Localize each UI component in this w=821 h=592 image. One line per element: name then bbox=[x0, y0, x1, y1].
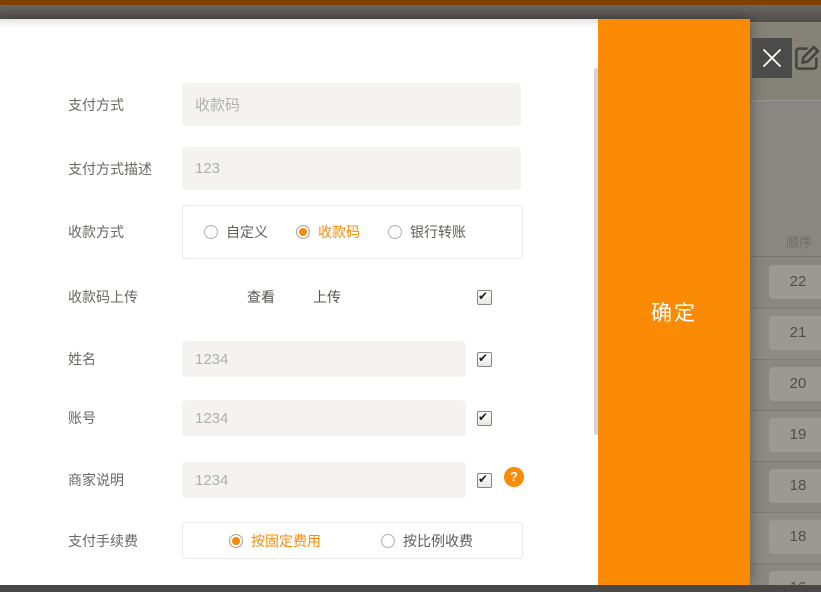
radio-group: 按固定费用 按比例收费 bbox=[182, 522, 523, 559]
field-label: 支付方式描述 bbox=[68, 160, 152, 178]
radio-option-label: 按固定费用 bbox=[251, 531, 321, 551]
background-table-row: 22 bbox=[750, 257, 821, 309]
payment-method-dialog: 支付方式收款码支付方式描述123收款方式自定义收款码银行转账收款码上传查看上传姓… bbox=[0, 19, 750, 585]
confirm-button[interactable]: 确定 bbox=[598, 19, 750, 585]
help-icon[interactable]: ? bbox=[504, 467, 524, 487]
field-label: 支付方式 bbox=[68, 96, 124, 114]
field-label: 收款码上传 bbox=[68, 288, 138, 306]
checkbox-checked[interactable] bbox=[477, 411, 492, 426]
upload-link[interactable]: 上传 bbox=[313, 288, 341, 306]
radio-option[interactable]: 按固定费用 bbox=[229, 531, 321, 551]
background-table-row: 18 bbox=[750, 512, 821, 564]
text-input[interactable]: 收款码 bbox=[182, 83, 521, 126]
screen: 顺序 22212019181816 支付方式收款码支付方式描述123收款方式自定… bbox=[0, 0, 821, 592]
input-value: 123 bbox=[195, 160, 220, 177]
field-label: 账号 bbox=[68, 409, 96, 427]
input-value: 收款码 bbox=[195, 94, 240, 115]
checkbox-checked[interactable] bbox=[477, 352, 492, 367]
order-value-cell: 22 bbox=[769, 265, 821, 299]
radio-option-label: 按比例收费 bbox=[403, 531, 473, 551]
radio-option[interactable]: 银行转账 bbox=[388, 222, 466, 242]
divider bbox=[750, 100, 821, 101]
radio-option-label: 自定义 bbox=[226, 222, 268, 242]
radio-selected-icon[interactable] bbox=[229, 534, 243, 548]
radio-icon[interactable] bbox=[204, 225, 218, 239]
input-value: 1234 bbox=[195, 410, 228, 427]
radio-group: 自定义 收款码 银行转账 bbox=[182, 205, 523, 259]
background-bottom-strip bbox=[0, 585, 821, 592]
confirm-button-label: 确定 bbox=[651, 297, 697, 327]
background-table-row: 18 bbox=[750, 461, 821, 513]
order-value-cell: 18 bbox=[769, 520, 821, 554]
checkbox-checked[interactable] bbox=[477, 473, 492, 488]
text-input[interactable]: 1234 bbox=[182, 400, 466, 436]
background-table-row: 20 bbox=[750, 359, 821, 411]
order-value-cell: 19 bbox=[769, 418, 821, 452]
radio-option-label: 收款码 bbox=[318, 222, 360, 242]
order-value-cell: 21 bbox=[769, 316, 821, 350]
edit-icon bbox=[792, 43, 821, 73]
field-label: 商家说明 bbox=[68, 471, 124, 489]
background-table-area: 顺序 22212019181816 bbox=[750, 22, 821, 585]
radio-option[interactable]: 按比例收费 bbox=[381, 531, 473, 551]
radio-option[interactable]: 收款码 bbox=[296, 222, 360, 242]
checkbox-checked[interactable] bbox=[477, 290, 492, 305]
view-link[interactable]: 查看 bbox=[247, 288, 275, 306]
field-label: 姓名 bbox=[68, 350, 96, 368]
radio-option[interactable]: 自定义 bbox=[204, 222, 268, 242]
text-input[interactable]: 1234 bbox=[182, 462, 466, 498]
table-column-header: 顺序 bbox=[750, 230, 821, 256]
field-label: 收款方式 bbox=[68, 223, 124, 241]
background-table-row: 21 bbox=[750, 308, 821, 360]
text-input[interactable]: 123 bbox=[182, 147, 521, 190]
background-table-row: 19 bbox=[750, 410, 821, 462]
order-value-cell: 20 bbox=[769, 367, 821, 401]
radio-option-label: 银行转账 bbox=[410, 222, 466, 242]
radio-icon[interactable] bbox=[388, 225, 402, 239]
input-value: 1234 bbox=[195, 351, 228, 368]
radio-icon[interactable] bbox=[381, 534, 395, 548]
text-input[interactable]: 1234 bbox=[182, 341, 466, 377]
input-value: 1234 bbox=[195, 472, 228, 489]
order-value-cell: 18 bbox=[769, 469, 821, 503]
modal-top-shadow bbox=[0, 19, 598, 28]
close-button[interactable] bbox=[752, 38, 792, 78]
field-label: 支付手续费 bbox=[68, 532, 138, 550]
radio-selected-icon[interactable] bbox=[296, 225, 310, 239]
close-icon bbox=[760, 46, 784, 70]
